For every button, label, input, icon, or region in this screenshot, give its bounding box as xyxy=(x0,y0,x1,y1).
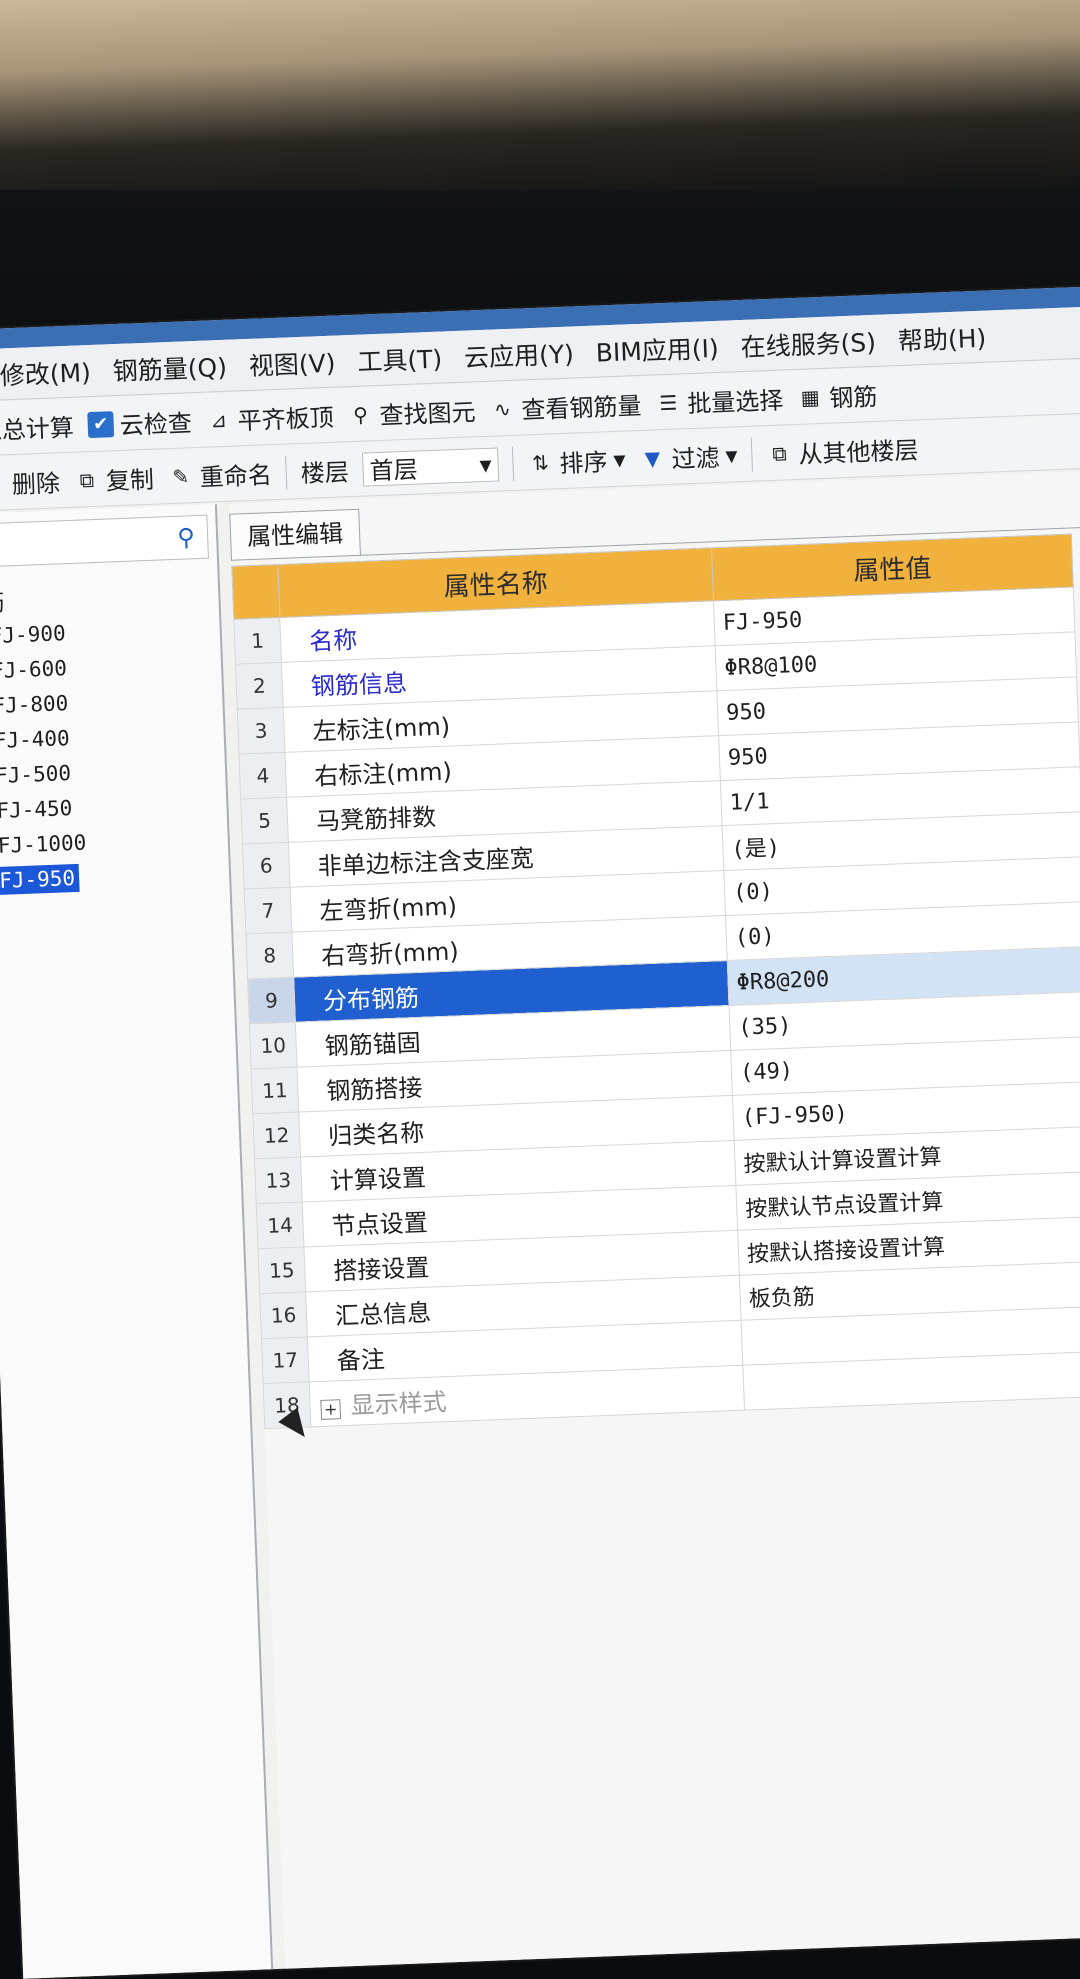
copy-label: 复制 xyxy=(105,465,155,496)
tree-item-label: FJ-800 xyxy=(0,691,69,719)
tree-item-label: FJ-600 xyxy=(0,656,68,684)
copy-icon: ⧉ xyxy=(79,467,95,493)
property-editor: 属性编辑 属性名称 属性值 1 名称 FJ-950 2 钢筋信息 ΦR8@100… xyxy=(228,469,1080,1969)
row-number: 3 xyxy=(237,707,285,755)
component-tree: FJ-900 FJ-600 FJ-800 FJ-400 FJ-500 FJ-45… xyxy=(0,611,222,900)
view-rebar-button[interactable]: ∿ 查看钢筋量 xyxy=(489,386,642,427)
menu-bim[interactable]: BIM应用(I) xyxy=(595,328,719,369)
tree-item-label: FJ-450 xyxy=(0,796,73,823)
tree-item-label: FJ-400 xyxy=(0,726,71,753)
property-name-label: 显示样式 xyxy=(350,1387,448,1420)
delete-label: 删除 xyxy=(11,469,61,500)
rebar-icon: ∿ xyxy=(493,396,512,422)
app-window: 修改(M) 钢筋量(Q) 视图(V) 工具(T) 云应用(Y) BIM应用(I)… xyxy=(0,285,1080,1979)
copy-button[interactable]: ⧉ 复制 xyxy=(73,460,154,498)
filter-button[interactable]: ▼ 过滤 ▾ xyxy=(639,437,738,476)
tree-group-header[interactable]: 筋 xyxy=(0,583,5,619)
row-number: 4 xyxy=(238,752,287,800)
floor-label: 楼层 xyxy=(300,458,350,489)
expand-plus-icon[interactable]: + xyxy=(320,1398,342,1420)
row-number: 11 xyxy=(251,1067,299,1114)
rebar-3d-label: 钢筋 xyxy=(828,382,878,413)
floor-copy-icon: ⧉ xyxy=(771,440,788,466)
floor-select[interactable]: 首层 ▾ xyxy=(361,446,500,487)
menu-rebar-quantity[interactable]: 钢筋量(Q) xyxy=(112,347,227,387)
row-number: 5 xyxy=(240,797,289,845)
copy-from-floor-button[interactable]: ⧉ 从其他楼层 xyxy=(766,430,919,471)
search-icon[interactable]: ⚲ xyxy=(168,520,203,555)
tab-property-edit[interactable]: 属性编辑 xyxy=(229,508,361,561)
menu-help[interactable]: 帮助(H) xyxy=(897,318,987,357)
find-element-label: 查找图元 xyxy=(379,398,477,430)
cloud-check-label: 云检查 xyxy=(119,409,193,440)
align-slab-button[interactable]: ⊿ 平齐板顶 xyxy=(205,398,334,438)
menu-tools[interactable]: 工具(T) xyxy=(357,339,443,378)
toolbar-divider xyxy=(511,446,515,481)
row-number: 2 xyxy=(235,662,284,710)
sort-label: 排序 xyxy=(559,448,609,479)
align-slab-label: 平齐板顶 xyxy=(237,403,335,436)
sort-az-icon: ⇅ xyxy=(531,450,550,475)
toolbar-divider xyxy=(285,455,288,490)
batch-select-label: 批量选择 xyxy=(686,386,784,419)
row-number: 1 xyxy=(233,617,282,665)
component-list-panel: ⚲ 筋 FJ-900 FJ-600 FJ-800 FJ-400 FJ-500 F… xyxy=(0,504,274,1979)
check-icon: ✔ xyxy=(87,410,115,438)
batch-select-button[interactable]: ☰ 批量选择 xyxy=(655,380,784,420)
sort-button[interactable]: ⇅ 排序 ▾ xyxy=(527,442,626,481)
tree-item-label: FJ-1000 xyxy=(0,830,87,858)
row-number: 13 xyxy=(254,1157,303,1204)
menu-online[interactable]: 在线服务(S) xyxy=(740,322,877,363)
batch-icon: ☰ xyxy=(658,390,678,415)
row-number: 17 xyxy=(261,1336,310,1384)
find-element-button[interactable]: ⚲ 查找图元 xyxy=(347,392,476,432)
filter-icon: ▼ xyxy=(644,445,661,471)
tree-item-selected[interactable]: FJ-950 xyxy=(0,855,222,899)
rename-button[interactable]: ✎ 重命名 xyxy=(167,455,272,494)
row-number: 12 xyxy=(252,1112,301,1159)
row-number: 15 xyxy=(257,1246,306,1294)
grid-icon: ▦ xyxy=(800,384,821,410)
cloud-check-button[interactable]: ✔ 云检查 xyxy=(87,403,192,442)
row-number: 6 xyxy=(242,842,291,890)
copy-from-floor-label: 从其他楼层 xyxy=(797,436,919,469)
delete-button[interactable]: ✕ 删除 xyxy=(0,463,61,501)
view-rebar-label: 查看钢筋量 xyxy=(520,391,642,425)
menu-modify[interactable]: 修改(M) xyxy=(0,353,91,392)
binoculars-icon: ⚲ xyxy=(352,401,369,427)
delete-icon: ✕ xyxy=(0,470,6,497)
floor-value: 首层 xyxy=(369,455,419,486)
row-number: 7 xyxy=(244,887,292,934)
search-input[interactable]: ⚲ xyxy=(0,514,209,568)
sum-calc-label: 汇总计算 xyxy=(0,413,75,446)
rename-icon: ✎ xyxy=(171,463,190,489)
menu-cloud[interactable]: 云应用(Y) xyxy=(463,334,575,374)
chevron-down-icon: ▾ xyxy=(612,445,627,474)
menu-view[interactable]: 视图(V) xyxy=(248,343,336,382)
row-number: 9 xyxy=(247,977,296,1024)
sum-calc-button[interactable]: 汇总计算 xyxy=(0,408,74,447)
row-number: 8 xyxy=(245,932,294,979)
toolbar-divider xyxy=(750,437,754,472)
row-number-header xyxy=(231,564,280,620)
rename-label: 重命名 xyxy=(199,461,273,492)
filter-label: 过滤 xyxy=(671,443,721,474)
row-number: 14 xyxy=(256,1202,304,1249)
tree-item-label: FJ-950 xyxy=(0,863,80,896)
align-icon: ⊿ xyxy=(209,407,228,432)
row-number: 10 xyxy=(249,1022,298,1069)
tree-item-label: FJ-500 xyxy=(0,761,72,788)
chevron-down-icon: ▾ xyxy=(724,440,738,470)
chevron-down-icon: ▾ xyxy=(478,450,493,479)
row-number: 16 xyxy=(259,1291,308,1339)
property-table: 属性名称 属性值 1 名称 FJ-950 2 钢筋信息 ΦR8@100 3 左标… xyxy=(231,533,1080,1430)
tree-item-label: FJ-900 xyxy=(0,621,67,649)
rebar-3d-button[interactable]: ▦ 钢筋 xyxy=(797,377,878,415)
